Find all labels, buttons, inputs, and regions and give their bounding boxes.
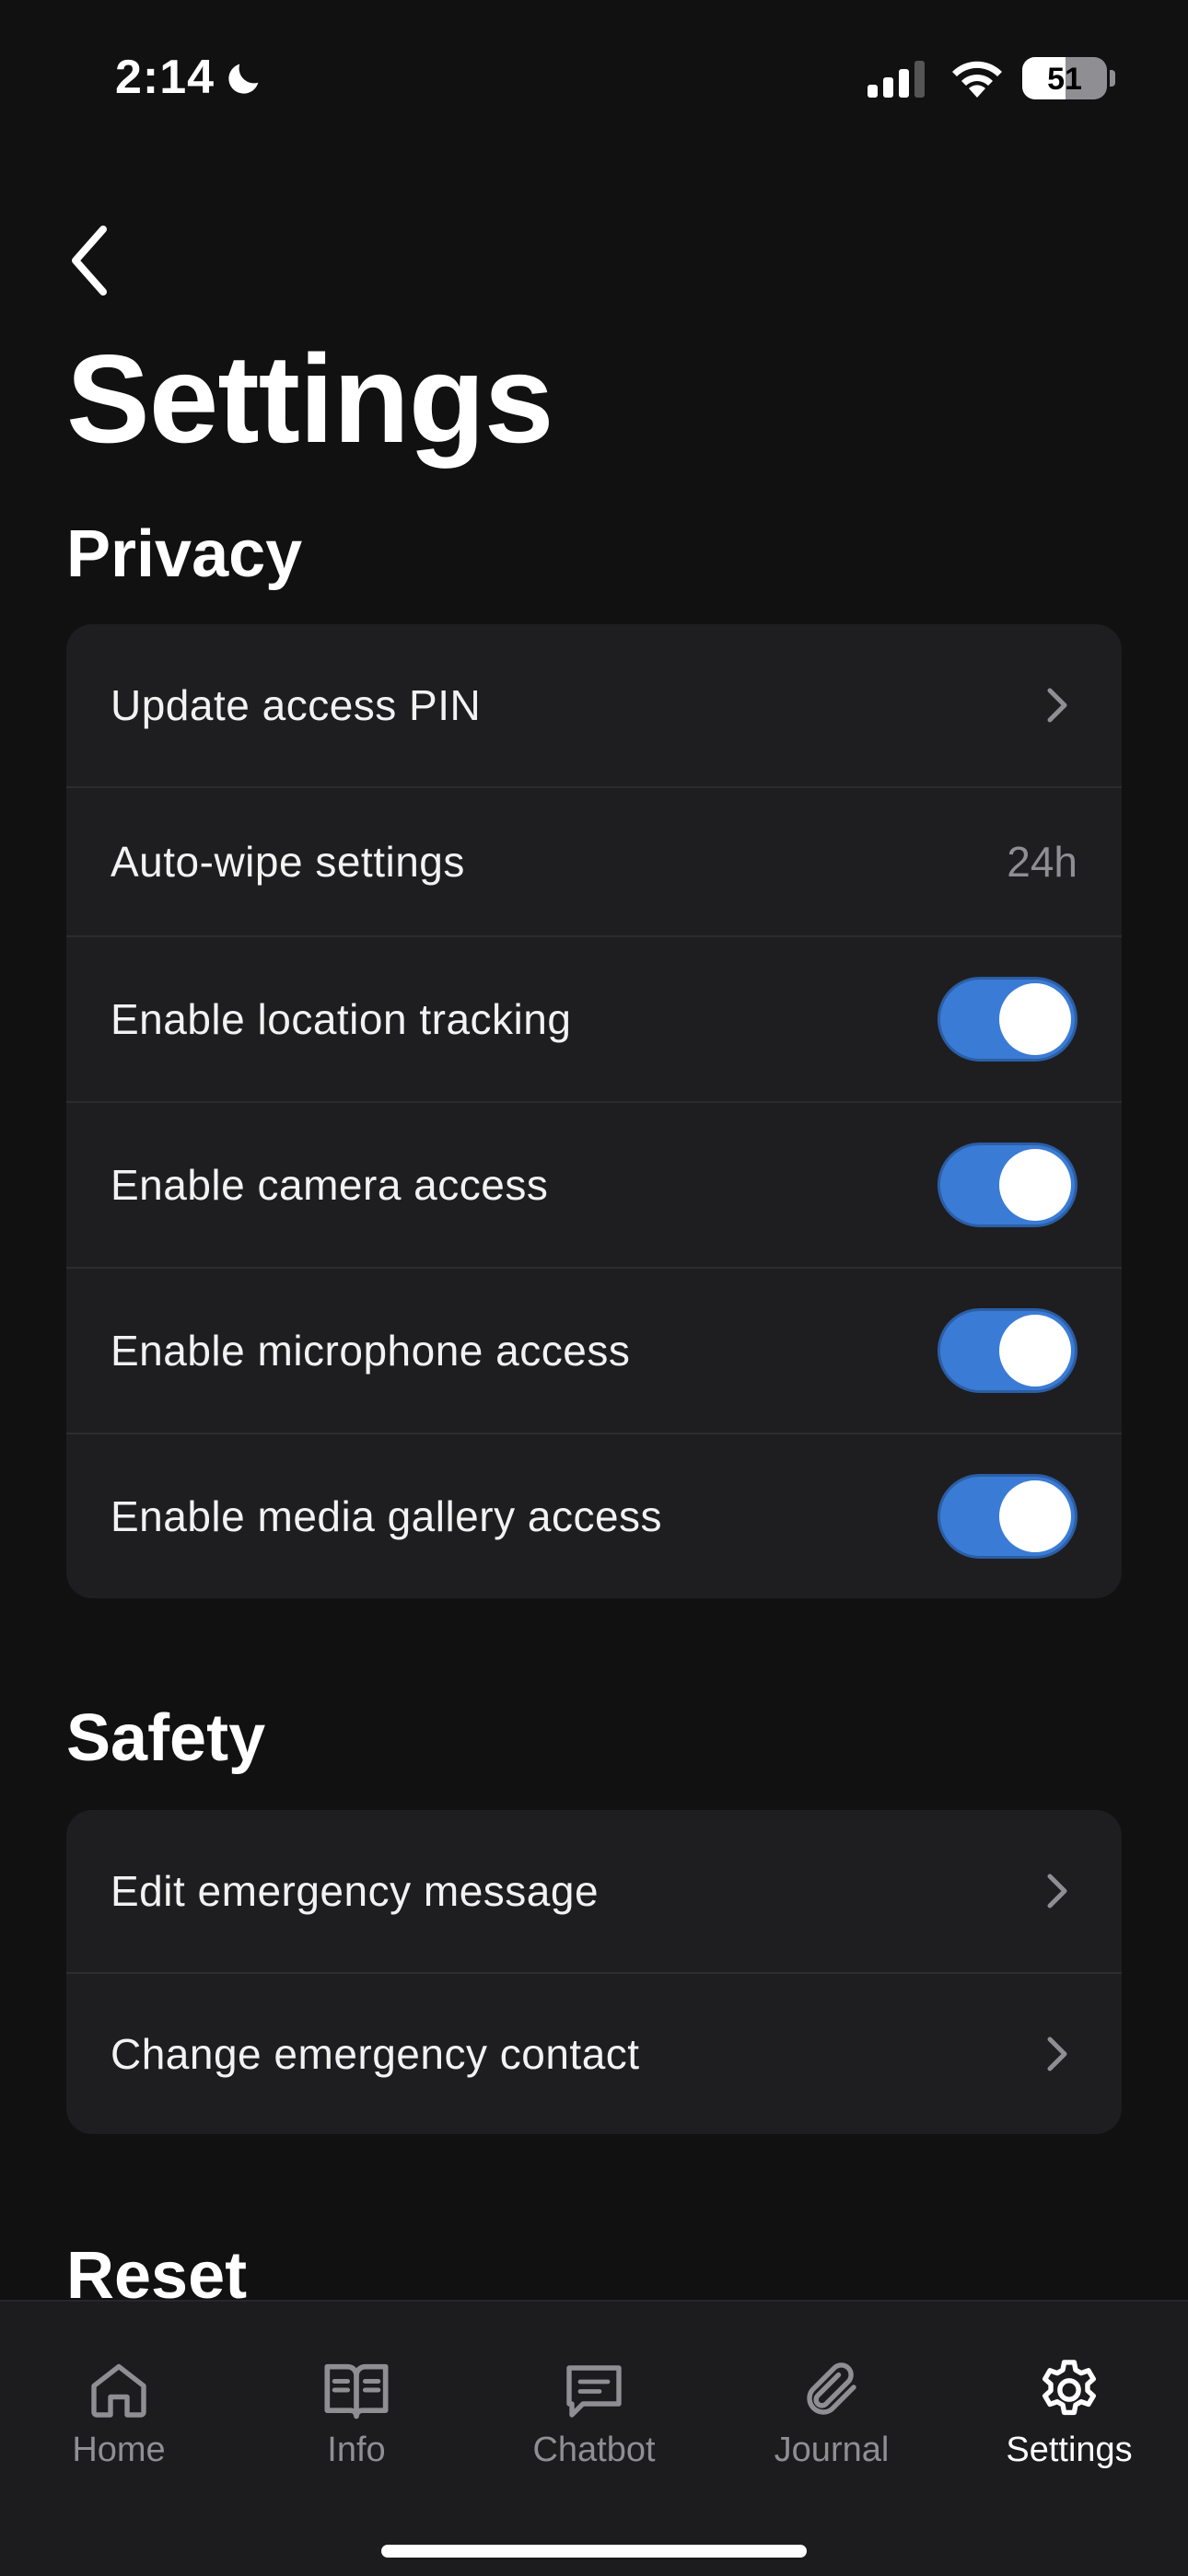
row-label: Edit emergency message: [111, 1867, 600, 1915]
status-bar: 2:14 51: [0, 0, 1188, 157]
toggle-knob: [999, 983, 1071, 1055]
tab-home[interactable]: Home: [0, 2302, 238, 2486]
row-camera-access: Enable camera access: [66, 1101, 1122, 1267]
camera-access-toggle[interactable]: [938, 1143, 1077, 1227]
cellular-signal-icon: [868, 59, 928, 102]
row-label: Enable location tracking: [111, 995, 572, 1043]
chevron-right-icon: [1046, 2036, 1068, 2072]
row-update-access-pin[interactable]: Update access PIN: [66, 624, 1122, 786]
back-button[interactable]: [66, 221, 131, 304]
chevron-right-icon: [1046, 1873, 1068, 1909]
row-label: Enable media gallery access: [111, 1492, 663, 1540]
auto-wipe-value: 24h: [1007, 838, 1077, 886]
row-label: Auto-wipe settings: [111, 838, 465, 886]
section-title-privacy: Privacy: [66, 517, 303, 591]
tab-bar: Home Info Chatbot Journal Settings: [0, 2300, 1188, 2576]
toggle-knob: [999, 1315, 1071, 1387]
row-label: Change emergency contact: [111, 2030, 640, 2078]
battery-icon: 51: [1022, 57, 1107, 99]
tab-journal[interactable]: Journal: [713, 2302, 950, 2486]
battery-level: 51: [1047, 62, 1082, 97]
toggle-knob: [999, 1149, 1071, 1221]
media-gallery-access-toggle[interactable]: [938, 1474, 1077, 1559]
status-time: 2:14: [115, 51, 215, 104]
row-change-emergency-contact[interactable]: Change emergency contact: [66, 1972, 1122, 2134]
tab-settings[interactable]: Settings: [950, 2302, 1188, 2486]
section-title-safety: Safety: [66, 1701, 266, 1775]
tab-info[interactable]: Info: [238, 2302, 475, 2486]
tab-chatbot[interactable]: Chatbot: [475, 2302, 713, 2486]
moon-icon: [223, 57, 265, 104]
home-indicator: [381, 2545, 807, 2558]
tab-label: Settings: [1006, 2431, 1133, 2469]
gear-icon: [1034, 2355, 1104, 2425]
location-tracking-toggle[interactable]: [938, 977, 1077, 1062]
privacy-card: Update access PIN Auto-wipe settings 24h…: [66, 624, 1122, 1598]
chevron-right-icon: [1046, 687, 1068, 724]
row-label: Enable microphone access: [111, 1327, 631, 1375]
chat-bubble-icon: [561, 2355, 627, 2425]
wifi-icon: [949, 55, 1006, 104]
row-auto-wipe-settings[interactable]: Auto-wipe settings 24h: [66, 786, 1122, 935]
row-label: Update access PIN: [111, 681, 482, 729]
microphone-access-toggle[interactable]: [938, 1308, 1077, 1393]
book-icon: [321, 2355, 391, 2425]
row-location-tracking: Enable location tracking: [66, 935, 1122, 1101]
tab-label: Home: [72, 2431, 166, 2469]
safety-card: Edit emergency message Change emergency …: [66, 1810, 1122, 2134]
page-title: Settings: [66, 329, 553, 469]
battery-tip: [1110, 70, 1115, 87]
tab-label: Chatbot: [532, 2431, 656, 2469]
tab-label: Journal: [774, 2431, 890, 2469]
chevron-left-icon: [66, 224, 112, 302]
row-microphone-access: Enable microphone access: [66, 1267, 1122, 1433]
toggle-knob: [999, 1480, 1071, 1552]
tab-label: Info: [327, 2431, 386, 2469]
paperclip-icon: [798, 2355, 865, 2425]
row-edit-emergency-message[interactable]: Edit emergency message: [66, 1810, 1122, 1972]
home-icon: [86, 2355, 152, 2425]
row-media-gallery-access: Enable media gallery access: [66, 1433, 1122, 1598]
row-label: Enable camera access: [111, 1161, 549, 1209]
